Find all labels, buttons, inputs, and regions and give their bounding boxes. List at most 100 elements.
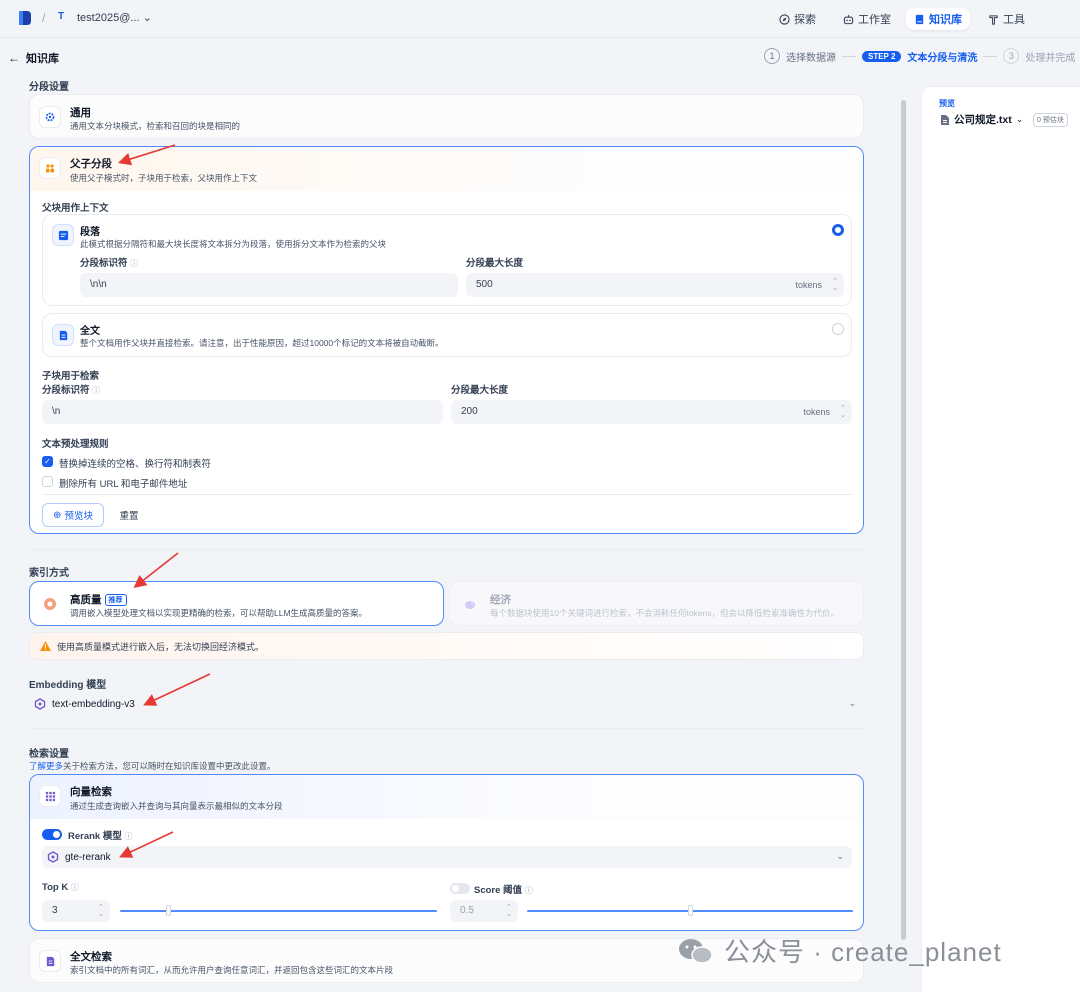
scrollbar[interactable] (901, 100, 906, 940)
chevron-down-icon: ⌄ (1015, 114, 1024, 124)
score-threshold-label-text: Score 阈值 (474, 885, 523, 896)
topk-slider[interactable] (120, 905, 437, 917)
rerank-toggle[interactable] (42, 829, 62, 840)
child-delimiter-label-text: 分段标识符 (42, 385, 90, 396)
child-delimiter-input[interactable]: \n (42, 400, 443, 424)
search-icon: ⊕ (53, 509, 62, 521)
high-quality-title: 高质量 推荐 (70, 592, 127, 607)
workspace-switcher[interactable]: test2025@... ⌄ (77, 11, 152, 24)
robot-icon (843, 14, 854, 24)
preview-label: 预览 (939, 99, 955, 108)
info-icon: ⓘ (130, 259, 139, 268)
score-slider-thumb[interactable] (688, 905, 693, 916)
info-icon: ⓘ (70, 883, 79, 892)
parent-child-desc: 使用父子模式时，子块用于检索，父块用作上下文 (70, 173, 258, 183)
child-maxlen-label: 分段最大长度 (451, 385, 509, 396)
general-desc: 通用文本分块模式，检索和召回的块是相同的 (70, 121, 241, 131)
main-content: 分段设置 通用 通用文本分块模式，检索和召回的块是相同的 父子分段 使用父子模式… (0, 72, 900, 992)
rule1-checkbox[interactable]: ✓ (42, 456, 53, 467)
info-icon: ⓘ (524, 886, 533, 895)
step-connector (842, 55, 856, 57)
fulltext-desc: 整个文档用作父块并直接检索。请注意，出于性能原因，超过10000个标记的文本将被… (80, 338, 444, 348)
preview-chunks-button[interactable]: ⊕ 预览块 (42, 503, 104, 527)
embedding-model-name: text-embedding-v3 (52, 698, 135, 710)
divider (29, 549, 864, 550)
general-mode-card[interactable]: 通用 通用文本分块模式，检索和召回的块是相同的 (29, 94, 864, 139)
rule2-checkbox[interactable] (42, 476, 53, 487)
paragraph-title: 段落 (80, 227, 100, 238)
paragraph-maxlen-unit: tokens (795, 280, 822, 290)
gear-icon (39, 106, 61, 128)
grid-icon (39, 785, 61, 807)
economy-card[interactable]: 经济 每个数据块使用10个关键词进行检索，不会消耗任何tokens，但会以降低检… (449, 581, 864, 626)
recommended-badge: 推荐 (104, 594, 127, 606)
info-icon: ⓘ (124, 832, 133, 841)
child-maxlen-input[interactable]: 200 tokens ⌃ ⌄ (451, 400, 852, 424)
topk-input[interactable]: 3 ⌃ ⌄ (42, 900, 110, 922)
nav-explore[interactable]: 探索 (771, 8, 824, 30)
back-to-knowledge[interactable]: ← 知识库 (8, 50, 59, 66)
nav-explore-label: 探索 (794, 14, 816, 26)
divider (42, 494, 852, 495)
document-search-icon (39, 950, 61, 972)
topk-slider-thumb[interactable] (165, 905, 171, 916)
paragraph-option[interactable]: 段落 此模式根据分隔符和最大块长度将文本拆分为段落，使用拆分文本作为检索的父块 … (42, 214, 852, 306)
stepper-icon[interactable]: ⌃ ⌄ (506, 904, 512, 918)
step-2-label: 文本分段与清洗 (907, 52, 978, 64)
rerank-model-name: gte-rerank (65, 851, 111, 863)
child-maxlen-value: 200 (461, 406, 478, 417)
rerank-label: Rerank 模型 ⓘ (68, 828, 133, 842)
stepper-icon[interactable]: ⌃ ⌄ (840, 405, 846, 419)
index-warning-text: 使用高质量模式进行嵌入后，无法切换回经济模式。 (57, 641, 265, 652)
fulltext-search-desc: 索引文档中的所有词汇，从而允许用户查询任意词汇，并返回包含这些词汇的文本片段 (70, 965, 394, 975)
chevron-down-icon: ⌄ (142, 12, 152, 24)
preview-file-select[interactable]: 公司规定.txt ⌄ (940, 112, 1023, 127)
nav-studio-label: 工作室 (858, 14, 891, 26)
child-section-title: 子块用于检索 (42, 371, 100, 382)
paragraph-maxlen-value: 500 (476, 279, 493, 290)
preprocess-title: 文本预处理规则 (42, 439, 109, 450)
preview-file-name: 公司规定.txt (954, 114, 1012, 126)
stepper-icon[interactable]: ⌃ ⌄ (98, 904, 104, 918)
parent-child-title: 父子分段 (70, 158, 112, 170)
nav-knowledge[interactable]: 知识库 (906, 8, 970, 30)
paragraph-delimiter-label-text: 分段标识符 (80, 258, 128, 269)
info-icon: ⓘ (92, 386, 101, 395)
file-icon (941, 114, 949, 125)
fulltext-option[interactable]: 全文 整个文档用作父块并直接检索。请注意，出于性能原因，超过10000个标记的文… (42, 313, 852, 357)
parent-child-header (30, 147, 863, 191)
retrieval-help-text: 关于检索方法，您可以随时在知识库设置中更改此设置。 (63, 761, 276, 771)
parent-child-card[interactable]: 父子分段 使用父子模式时，子块用于检索，父块用作上下文 父块用作上下文 段落 此… (29, 146, 864, 534)
fulltext-title: 全文 (80, 326, 100, 337)
child-maxlen-unit: tokens (803, 407, 830, 417)
rerank-model-select[interactable]: gte-rerank ⌄ (42, 846, 852, 868)
score-threshold-slider[interactable] (527, 905, 853, 917)
retrieval-help: 了解更多关于检索方法，您可以随时在知识库设置中更改此设置。 (29, 760, 276, 772)
reset-button[interactable]: 重置 (110, 503, 148, 527)
rule2-label: 删除所有 URL 和电子邮件地址 (59, 479, 188, 490)
paragraph-maxlen-input[interactable]: 500 tokens ⌃ ⌄ (466, 273, 844, 297)
learn-more-link[interactable]: 了解更多 (29, 761, 63, 771)
retrieval-title: 检索设置 (29, 749, 69, 760)
high-quality-card[interactable]: 高质量 推荐 调用嵌入模型处理文档以实现更精确的检索，可以帮助LLM生成高质量的答… (29, 581, 444, 626)
embedding-model-select[interactable]: text-embedding-v3 ⌄ (29, 693, 864, 715)
paragraph-radio[interactable] (832, 224, 844, 236)
topk-label-text: Top K (42, 882, 69, 893)
paragraph-delimiter-label: 分段标识符 ⓘ (80, 255, 138, 269)
nav-tools-label: 工具 (1003, 14, 1025, 26)
score-threshold-value: 0.5 (460, 905, 474, 916)
vector-search-desc: 通过生成查询嵌入并查询与其向量表示最相似的文本分段 (70, 801, 283, 811)
step-1-number: 1 (764, 48, 780, 64)
vector-search-card[interactable]: 向量检索 通过生成查询嵌入并查询与其向量表示最相似的文本分段 Rerank 模型… (29, 774, 864, 931)
fulltext-radio[interactable] (832, 323, 844, 335)
score-threshold-toggle[interactable] (450, 883, 470, 894)
compass-icon (779, 13, 790, 25)
stepper-icon[interactable]: ⌃ ⌄ (832, 278, 838, 292)
score-threshold-input[interactable]: 0.5 ⌃ ⌄ (450, 900, 518, 922)
paragraph-delimiter-input[interactable]: \n\n (80, 273, 458, 297)
nav-tools[interactable]: 工具 (980, 8, 1033, 30)
nav-studio[interactable]: 工作室 (835, 8, 899, 30)
preview-chunks-label: 预览块 (64, 511, 93, 522)
workspace-avatar[interactable]: T (58, 11, 70, 25)
app-logo-icon[interactable] (18, 10, 32, 26)
